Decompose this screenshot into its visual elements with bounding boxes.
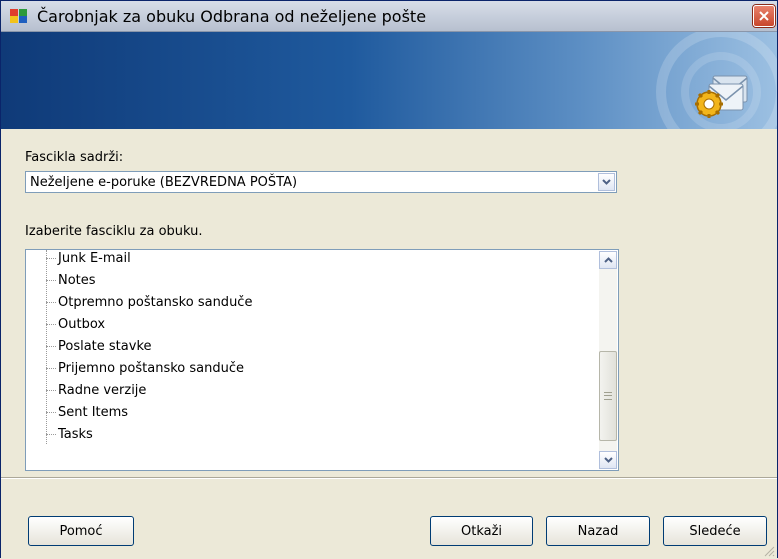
folder-tree[interactable]: Junk E-mail Notes Otpremno poštansko san… <box>25 249 619 471</box>
folder-contains-value: Neželjene e-poruke (BEZVREDNA POŠTA) <box>30 175 298 190</box>
folder-contains-dropdown[interactable]: Neželjene e-poruke (BEZVREDNA POŠTA) <box>25 171 617 193</box>
title-bar[interactable]: Čarobnjak za obuku Odbrana od neželjene … <box>1 1 777 32</box>
close-icon <box>759 11 769 21</box>
tree-item[interactable]: Outbox <box>46 317 105 339</box>
back-button[interactable]: Nazad <box>546 516 650 546</box>
wizard-window: Čarobnjak za obuku Odbrana od neželjene … <box>0 0 778 559</box>
window-title: Čarobnjak za obuku Odbrana od neželjene … <box>37 7 427 26</box>
folder-tree-label: Izaberite fasciklu za obuku. <box>25 224 203 239</box>
banner-decoration <box>656 32 777 129</box>
cancel-button[interactable]: Otkaži <box>430 516 533 546</box>
grip-icon <box>604 392 612 400</box>
help-button[interactable]: Pomoć <box>28 516 134 546</box>
tree-item[interactable]: Otpremno poštansko sanduče <box>46 295 252 317</box>
tree-item[interactable]: Notes <box>46 273 96 295</box>
tree-item[interactable]: Prijemno poštansko sanduče <box>46 361 244 383</box>
scroll-thumb[interactable] <box>599 351 617 441</box>
chevron-up-icon <box>603 257 613 263</box>
scroll-down-button[interactable] <box>599 451 617 469</box>
tree-item[interactable]: Junk E-mail <box>46 251 131 273</box>
resize-grip-icon[interactable] <box>763 545 775 557</box>
wizard-content: Fascikla sadrži: Neželjene e-poruke (BEZ… <box>1 129 777 559</box>
folder-select-label: Fascikla sadrži: <box>25 150 124 165</box>
header-banner <box>1 32 777 129</box>
footer-separator <box>1 477 777 479</box>
next-button[interactable]: Sledeće <box>663 516 767 546</box>
chevron-down-icon <box>603 457 613 463</box>
tree-item[interactable]: Radne verzije <box>46 383 146 405</box>
avg-app-icon <box>10 9 27 23</box>
close-button[interactable] <box>753 5 775 27</box>
tree-item[interactable]: Tasks <box>46 427 93 449</box>
dropdown-button[interactable] <box>598 173 615 191</box>
tree-item[interactable]: Poslate stavke <box>46 339 152 361</box>
scroll-up-button[interactable] <box>599 251 617 269</box>
anti-spam-gear-mail-icon <box>695 75 748 118</box>
vertical-scrollbar[interactable] <box>599 251 617 469</box>
tree-item[interactable]: Sent Items <box>46 405 128 427</box>
chevron-down-icon <box>602 179 611 185</box>
